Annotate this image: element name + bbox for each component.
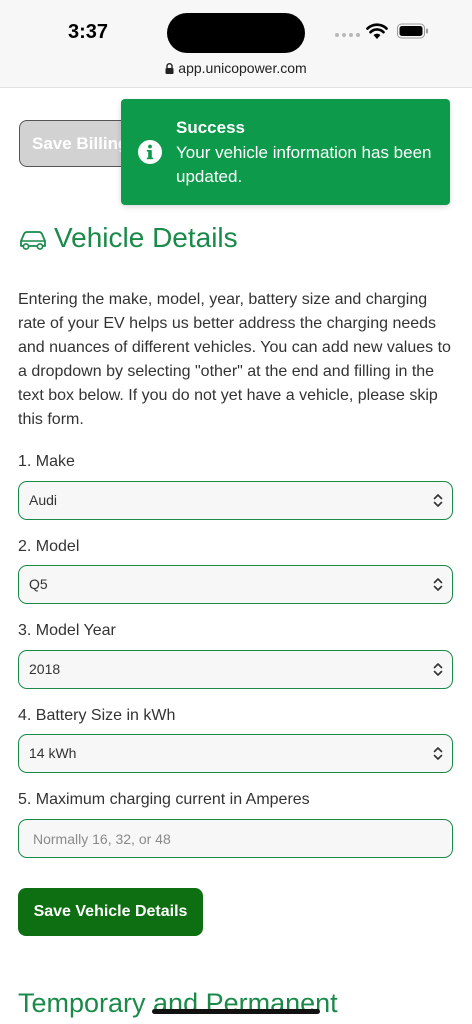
signal-icon bbox=[335, 30, 361, 38]
chevron-up-down-icon bbox=[433, 494, 443, 507]
make-select[interactable]: Audi bbox=[18, 481, 453, 520]
toast-title: Success bbox=[176, 118, 245, 137]
model-label: 2. Model bbox=[18, 538, 80, 555]
next-section-title: Temporary and Permanent bbox=[18, 988, 338, 1018]
toast-message: Your vehicle information has been update… bbox=[176, 143, 432, 186]
home-indicator[interactable] bbox=[152, 1009, 320, 1014]
url-text: app.unicopower.com bbox=[178, 60, 307, 76]
page-title: Vehicle Details bbox=[54, 222, 238, 253]
save-vehicle-details-button[interactable]: Save Vehicle Details bbox=[18, 888, 203, 936]
car-icon bbox=[20, 231, 46, 250]
charging-current-label: 5. Maximum charging current in Amperes bbox=[18, 791, 310, 808]
lock-icon bbox=[165, 63, 174, 74]
model-year-select-value: 2018 bbox=[29, 661, 61, 677]
wifi-icon bbox=[366, 23, 388, 39]
address-bar[interactable]: app.unicopower.com bbox=[0, 60, 472, 76]
charging-current-input[interactable] bbox=[18, 819, 453, 858]
chevron-up-down-icon bbox=[433, 663, 443, 676]
clock: 3:37 bbox=[68, 21, 109, 43]
model-select-value: Q5 bbox=[29, 576, 48, 592]
info-icon bbox=[138, 140, 162, 164]
battery-size-select-value: 14 kWh bbox=[29, 745, 77, 761]
battery-icon bbox=[397, 23, 428, 39]
model-select[interactable]: Q5 bbox=[18, 565, 453, 604]
success-toast[interactable]: Success Your vehicle information has bee… bbox=[121, 99, 450, 205]
battery-size-select[interactable]: 14 kWh bbox=[18, 734, 453, 773]
model-year-select[interactable]: 2018 bbox=[18, 650, 453, 689]
make-label: 1. Make bbox=[18, 453, 75, 470]
chevron-up-down-icon bbox=[433, 578, 443, 591]
chevron-up-down-icon bbox=[433, 747, 443, 760]
dynamic-island bbox=[167, 13, 305, 53]
battery-size-label: 4. Battery Size in kWh bbox=[18, 707, 176, 724]
make-select-value: Audi bbox=[29, 492, 58, 508]
model-year-label: 3. Model Year bbox=[18, 622, 116, 639]
status-bar: 3:37 app.unicopower.com bbox=[0, 0, 472, 88]
section-description: Entering the make, model, year, battery … bbox=[18, 291, 451, 428]
